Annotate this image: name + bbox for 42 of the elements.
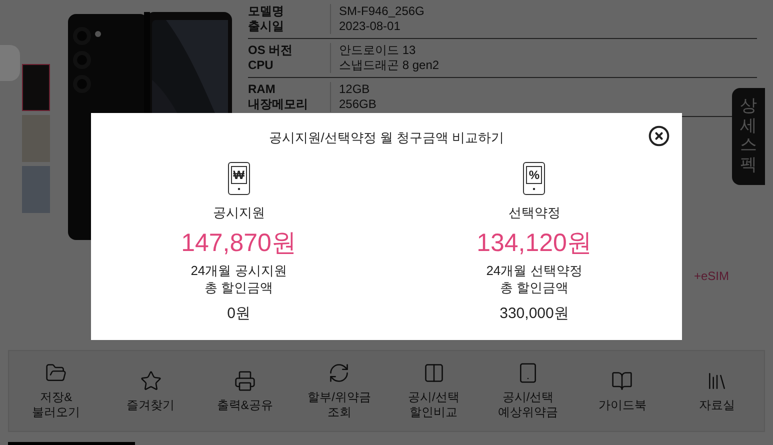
spec-label: 내장메모리 — [248, 97, 309, 112]
spec-label: RAM — [248, 82, 276, 97]
modal-title: 공시지원/선택약정 월 청구금액 비교하기 — [268, 129, 504, 147]
discount-total: 330,000원 — [500, 304, 569, 324]
color-swatch[interactable] — [22, 64, 50, 111]
discount-total: 0원 — [227, 304, 250, 324]
two-panels-icon — [422, 362, 445, 384]
folder-icon — [45, 362, 68, 384]
spec-value: SM-F946_256G — [330, 4, 424, 19]
toolbar-item[interactable]: 즐겨찾기 — [103, 370, 198, 412]
circular-arrow-icon — [328, 362, 350, 384]
spec-value: 256GB — [330, 97, 376, 112]
phone-icon: ₩ — [228, 162, 250, 194]
book-icon — [611, 370, 634, 392]
color-swatch[interactable] — [22, 166, 50, 213]
spec-label: 모델명 — [248, 4, 285, 19]
spec-value: 스냅드래곤 8 gen2 — [330, 58, 440, 73]
spec-label: CPU — [248, 58, 274, 73]
spec-label: 출시일 — [248, 19, 285, 34]
toolbar-item[interactable]: 할부/위약금 조회 — [292, 362, 386, 420]
spec-value: 12GB — [330, 82, 370, 97]
option-name: 선택약정 — [508, 204, 560, 222]
spec-value: 안드로이드 13 — [330, 43, 416, 58]
toolbar-item[interactable]: 자료실 — [670, 370, 764, 412]
network-note: +eSIM — [694, 268, 729, 285]
toolbar-item[interactable]: 공시/선택 할인비교 — [386, 362, 481, 420]
close-button[interactable] — [648, 125, 670, 147]
toolbar-item[interactable]: 가이드북 — [575, 370, 670, 412]
monthly-price: 134,120원 — [476, 228, 592, 258]
phone-icon: % — [523, 162, 546, 194]
spec-label: OS 버전 — [248, 43, 294, 58]
star-icon — [140, 370, 162, 392]
toolbar-item[interactable]: 저장& 불러오기 — [9, 362, 104, 420]
spec-value: 2023-08-01 — [330, 19, 400, 34]
option-name: 공시지원 — [212, 204, 265, 222]
printer-icon — [234, 370, 256, 392]
side-tab[interactable]: 상세스펙 — [732, 88, 765, 185]
monthly-price: 147,870원 — [181, 228, 296, 258]
toolbar-item[interactable]: 출력&공유 — [198, 370, 292, 412]
discount-description: 24개월 공시지원 총 할인금액 — [190, 262, 287, 296]
discount-description: 24개월 선택약정 총 할인금액 — [486, 262, 582, 296]
toolbar-item[interactable]: 공시/선택 예상위약금 — [480, 362, 576, 420]
